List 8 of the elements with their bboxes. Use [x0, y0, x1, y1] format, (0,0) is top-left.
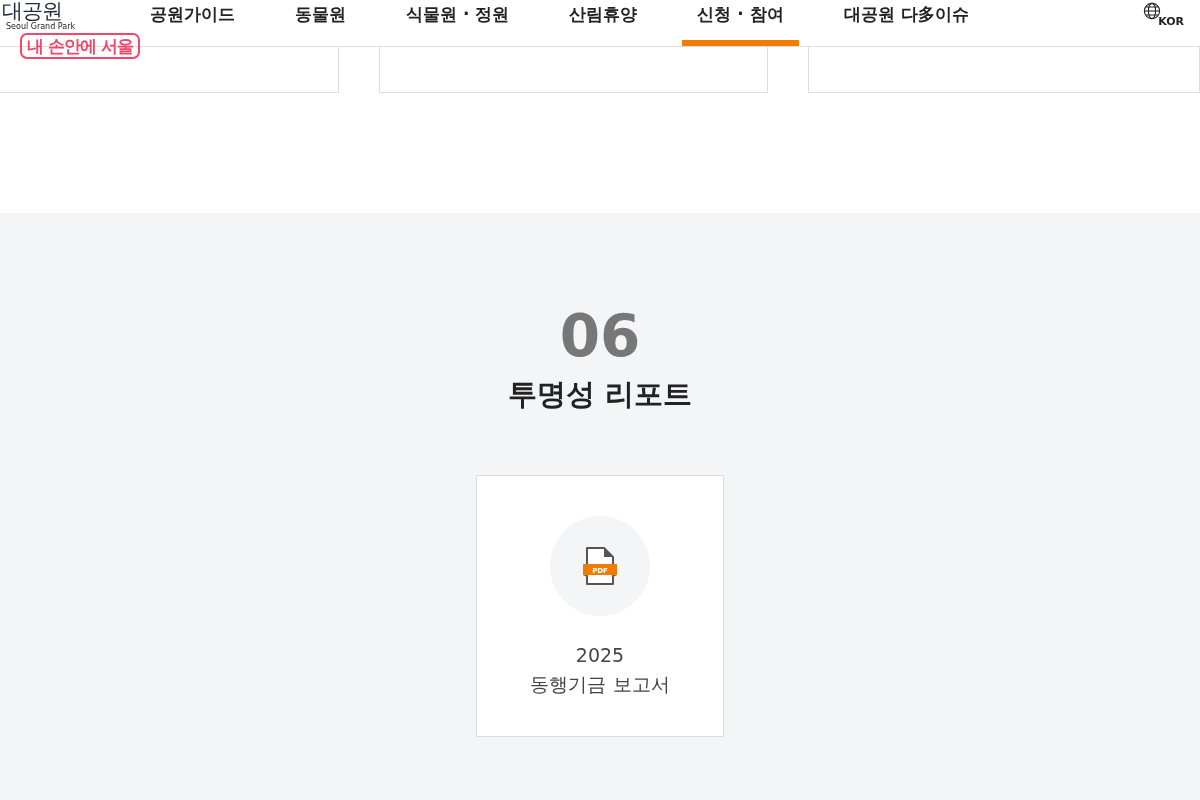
logo-subtitle: Seoul Grand Park — [6, 22, 76, 31]
section-number: 06 — [559, 307, 641, 365]
nav-tab[interactable]: 동물원 — [280, 0, 361, 46]
nav-tab[interactable]: 식물원 · 정원 — [391, 0, 525, 46]
nav-tab[interactable]: 산림휴양 — [554, 0, 653, 46]
nav-tab[interactable]: 대공원 다多이슈 — [828, 0, 984, 46]
language-button[interactable]: KOR — [1143, 2, 1184, 28]
section-title: 투명성 리포트 — [507, 376, 693, 413]
